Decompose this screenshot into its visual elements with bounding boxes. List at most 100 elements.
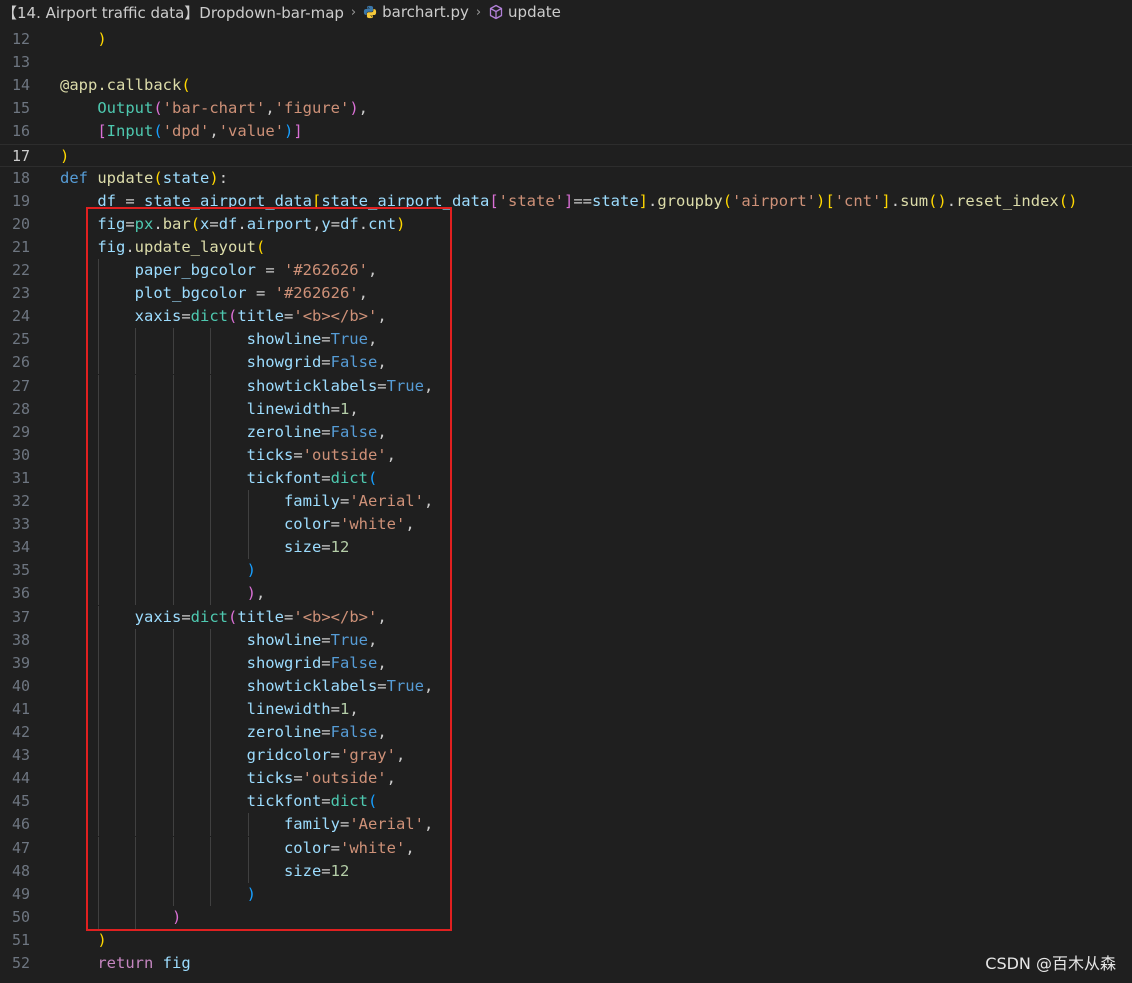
line-number: 40 [11, 676, 30, 695]
line-number: 14 [11, 76, 30, 95]
code-line[interactable]: 18 def update(state): [0, 167, 1132, 190]
breadcrumb-file[interactable]: barchart.py [361, 3, 471, 21]
line-number: 17 [11, 146, 30, 165]
code-token: . [648, 191, 658, 210]
code-token: : [218, 168, 229, 187]
code-token: () [928, 191, 947, 210]
code-token: reset_index [956, 191, 1059, 210]
code-token: ( [722, 191, 733, 210]
code-line[interactable]: 15 Output('bar-chart','figure'), [0, 97, 1132, 120]
code-token: , [358, 99, 369, 118]
breadcrumb-file-label: barchart.py [382, 3, 469, 21]
code-line[interactable]: 14 @app.callback( [0, 74, 1132, 97]
line-number: 23 [11, 284, 30, 303]
code-token: [ [825, 191, 835, 210]
code-line[interactable]: 17) [0, 143, 1132, 167]
code-token: Input [106, 122, 154, 141]
python-file-icon [364, 5, 377, 19]
line-number: 50 [11, 907, 30, 926]
code-token: ) [349, 99, 359, 118]
code-token: 'value' [218, 122, 285, 141]
chevron-right-icon: › [350, 4, 357, 20]
code-token: () [1058, 191, 1078, 210]
line-number: 25 [11, 330, 30, 349]
line-number: 26 [11, 353, 30, 372]
breadcrumb: 【14. Airport traffic data】Dropdown-bar-m… [0, 0, 1132, 24]
line-number: 37 [11, 607, 30, 626]
line-number: 44 [11, 769, 30, 788]
code-token: ) [816, 191, 826, 210]
line-number: 48 [11, 861, 30, 880]
code-token: ) [209, 168, 219, 187]
code-token: , [209, 122, 219, 141]
code-line[interactable]: 52 return fig [0, 952, 1132, 975]
code-token: . [946, 191, 957, 210]
line-number: 27 [11, 376, 30, 395]
code-token: . [890, 191, 901, 210]
line-number: 24 [11, 307, 30, 326]
line-number: 42 [11, 723, 30, 741]
line-number: 49 [11, 884, 30, 903]
breadcrumb-symbol-label: update [508, 3, 561, 21]
code-token: 'state' [498, 191, 564, 210]
code-token: state [592, 191, 639, 210]
code-text: return fig [60, 952, 190, 975]
code-token: ] [293, 122, 303, 141]
code-token: state [162, 168, 210, 187]
code-text: def update(state): [60, 167, 228, 190]
code-token: ] [638, 191, 649, 210]
code-line[interactable]: 16 [Input('dpd','value')] [0, 120, 1132, 143]
code-text: [Input('dpd','value')] [60, 120, 303, 143]
line-number: 20 [11, 214, 30, 233]
line-number: 21 [11, 237, 30, 256]
code-token: ) [284, 122, 294, 141]
line-number: 36 [11, 584, 30, 603]
code-token: ) [97, 930, 107, 949]
code-token: 'dpd' [162, 122, 210, 141]
code-token: ( [153, 99, 163, 118]
watermark: CSDN @百木从森 [985, 954, 1116, 973]
line-number: 19 [11, 191, 30, 210]
code-text: @app.callback( [60, 74, 191, 97]
code-token: [ [489, 191, 499, 210]
code-token: sum [900, 191, 929, 210]
line-number: 30 [11, 445, 30, 464]
code-token: Output [97, 99, 154, 118]
line-number: 41 [11, 699, 30, 718]
line-number: 28 [11, 399, 30, 418]
code-token: [ [97, 122, 107, 141]
code-token: def [60, 168, 88, 187]
code-token: , [265, 99, 275, 118]
code-text: Output('bar-chart','figure'), [60, 97, 368, 120]
code-token: return [97, 954, 154, 972]
code-token: 'figure' [274, 99, 350, 118]
code-text: ) [60, 929, 107, 952]
line-number: 39 [11, 653, 30, 672]
line-number: 22 [11, 261, 30, 279]
highlight-annotation-box [86, 207, 452, 931]
line-number: 52 [11, 954, 30, 972]
code-line[interactable]: 13 [0, 51, 1132, 74]
code-token: 'bar-chart' [162, 99, 266, 118]
line-number: 51 [11, 930, 30, 949]
code-token: 'airport' [732, 191, 817, 210]
code-line[interactable]: 12 ) [0, 28, 1132, 51]
code-token: groupby [657, 191, 723, 210]
code-token: == [573, 191, 592, 210]
breadcrumb-folder[interactable]: 【14. Airport traffic data】Dropdown-bar-m… [0, 2, 346, 23]
line-number: 12 [11, 30, 30, 48]
line-number: 47 [11, 838, 30, 857]
breadcrumb-symbol[interactable]: update [486, 3, 563, 21]
code-token: ) [60, 146, 70, 165]
line-number: 46 [11, 815, 30, 834]
line-number: 35 [11, 561, 30, 580]
code-line[interactable]: 51 ) [0, 929, 1132, 952]
line-number: 38 [11, 630, 30, 649]
line-number: 45 [11, 792, 30, 811]
method-cube-icon [489, 4, 503, 20]
